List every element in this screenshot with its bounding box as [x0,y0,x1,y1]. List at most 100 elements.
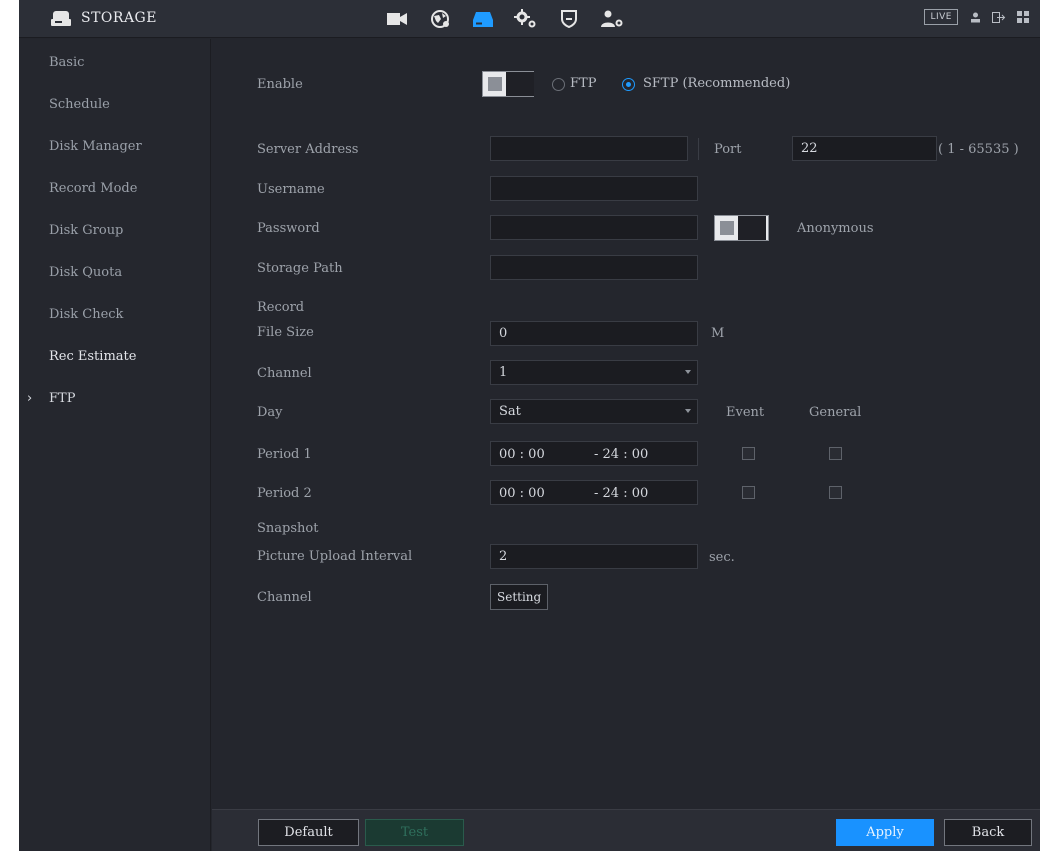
period-2-start: 00 : 00 [499,486,545,501]
sidebar-item-basic[interactable]: Basic [19,41,210,83]
general-column-label: General [809,405,862,420]
sidebar-item-disk-group[interactable]: Disk Group [19,209,210,251]
file-size-unit: M [711,326,725,341]
sidebar: Basic Schedule Disk Manager Record Mode … [19,39,211,851]
record-section-label: Record [257,300,305,315]
period-1-end: - 24 : 00 [594,447,649,462]
anonymous-toggle[interactable] [714,215,769,241]
period-1-time-range[interactable]: 00 : 00 - 24 : 00 [490,441,698,466]
period-2-general-checkbox[interactable] [829,486,842,499]
period-2-label: Period 2 [257,486,312,501]
top-right-controls: LIVE [924,9,1040,25]
storage-drive-icon[interactable] [465,4,500,34]
password-input[interactable] [490,215,698,240]
enable-toggle[interactable] [482,71,534,97]
sidebar-item-label: Disk Group [49,222,124,238]
period-2-end: - 24 : 00 [594,486,649,501]
record-channel-value: 1 [499,365,508,380]
test-button[interactable]: Test [365,819,464,846]
back-button[interactable]: Back [944,819,1032,846]
sftp-radio-label: SFTP (Recommended) [643,76,791,91]
period-1-event-checkbox[interactable] [742,447,755,460]
sidebar-item-label: Basic [49,54,85,70]
file-size-input[interactable]: 0 [490,321,698,346]
server-address-row: Server Address Port 22 ( 1 - 65535 ) [212,136,1040,162]
app-window: STORAGE LIVE Basic Schedule Disk Manager… [19,0,1040,851]
apply-button[interactable]: Apply [836,819,934,846]
username-label: Username [257,182,325,197]
period-2-row: Period 2 00 : 00 - 24 : 00 [212,480,1040,506]
sidebar-item-label: FTP [49,390,76,406]
user-icon[interactable] [968,10,982,24]
grid-menu-icon[interactable] [1016,10,1030,24]
storage-title-icon [51,9,71,27]
port-range-hint: ( 1 - 65535 ) [938,142,1019,157]
sidebar-item-label: Disk Quota [49,264,123,280]
sidebar-item-ftp[interactable]: › FTP [19,377,210,419]
sidebar-item-label: Disk Check [49,306,124,322]
period-2-time-range[interactable]: 00 : 00 - 24 : 00 [490,480,698,505]
globe-network-icon[interactable] [422,4,457,34]
period-2-event-checkbox[interactable] [742,486,755,499]
sidebar-item-schedule[interactable]: Schedule [19,83,210,125]
period-1-start: 00 : 00 [499,447,545,462]
app-title-group: STORAGE [51,9,157,27]
enable-row: Enable FTP SFTP (Recommended) [212,71,1040,97]
video-camera-icon[interactable] [379,4,414,34]
username-input[interactable] [490,176,698,201]
day-select[interactable]: Sat [490,399,698,424]
day-row: Day Sat Event General [212,399,1040,425]
period-1-general-checkbox[interactable] [829,447,842,460]
file-size-label: File Size [257,325,314,340]
chevron-right-icon: › [27,390,33,406]
anonymous-label: Anonymous [797,221,874,236]
record-channel-select[interactable]: 1 [490,360,698,385]
period-1-row: Period 1 00 : 00 - 24 : 00 [212,441,1040,467]
upload-interval-input[interactable]: 2 [490,544,698,569]
port-label: Port [714,142,742,157]
sftp-radio[interactable] [622,78,635,91]
shield-icon[interactable] [551,4,586,34]
default-button[interactable]: Default [258,819,359,846]
server-address-input[interactable] [490,136,688,161]
ftp-settings-panel: Enable FTP SFTP (Recommended) Server Add… [212,39,1040,809]
snapshot-channel-row: Channel Setting [212,584,1040,610]
logout-icon[interactable] [992,10,1006,24]
port-input[interactable]: 22 [792,136,937,161]
record-channel-row: Channel 1 [212,360,1040,386]
sidebar-item-label: Schedule [49,96,110,112]
upload-interval-unit: sec. [709,550,735,565]
sidebar-item-disk-check[interactable]: Disk Check [19,293,210,335]
day-value: Sat [499,404,521,419]
module-icon-bar [379,4,629,34]
sidebar-item-label: Record Mode [49,180,138,196]
upload-interval-label: Picture Upload Interval [257,549,413,564]
sidebar-item-record-mode[interactable]: Record Mode [19,167,210,209]
divider [698,138,699,160]
gears-icon[interactable] [508,4,543,34]
server-address-label: Server Address [257,142,359,157]
app-title: STORAGE [81,10,157,26]
sidebar-item-rec-estimate[interactable]: Rec Estimate [19,335,210,377]
user-settings-icon[interactable] [594,4,629,34]
sidebar-item-disk-manager[interactable]: Disk Manager [19,125,210,167]
password-row: Password Anonymous [212,215,1040,241]
username-row: Username [212,176,1040,202]
file-size-row: File Size 0 M [212,321,1040,347]
ftp-radio-label: FTP [570,76,597,91]
event-column-label: Event [726,405,765,420]
storage-path-input[interactable] [490,255,698,280]
live-button[interactable]: LIVE [924,9,958,25]
dropdown-arrow-icon [685,409,691,413]
ftp-radio[interactable] [552,78,565,91]
sidebar-item-disk-quota[interactable]: Disk Quota [19,251,210,293]
channel-setting-button[interactable]: Setting [490,584,549,610]
storage-path-label: Storage Path [257,261,343,276]
record-channel-label: Channel [257,366,312,381]
snapshot-section-label: Snapshot [257,521,319,536]
top-bar: STORAGE LIVE [19,0,1040,38]
snapshot-channel-label: Channel [257,590,312,605]
action-bar: Default Test Apply Back [212,809,1040,851]
storage-path-row: Storage Path [212,255,1040,281]
period-1-label: Period 1 [257,447,312,462]
